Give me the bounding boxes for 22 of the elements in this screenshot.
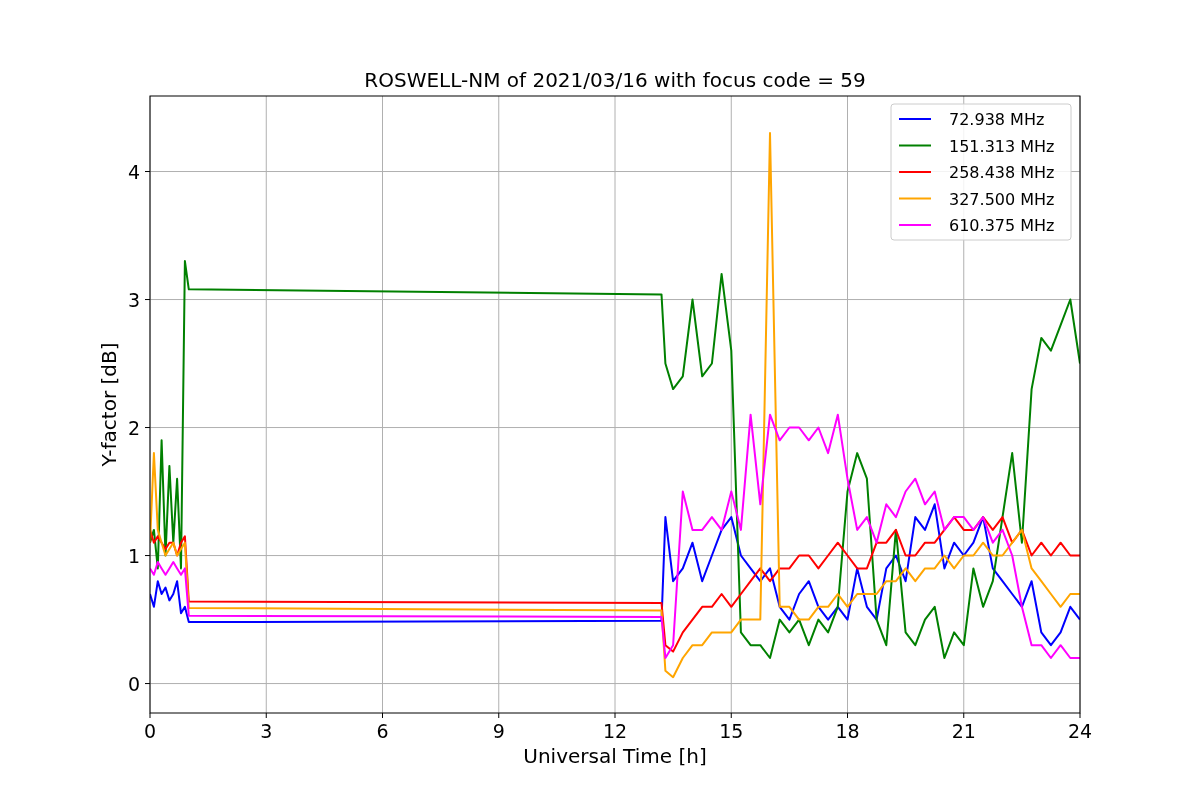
legend-label: 151.313 MHz [949, 136, 1055, 156]
x-tick-label: 9 [492, 720, 505, 742]
x-tick-label: 6 [376, 720, 389, 742]
legend-label: 258.438 MHz [949, 163, 1055, 182]
chart-title: ROSWELL-NM of 2021/03/16 with focus code = 59 [364, 68, 866, 92]
x-tick-label: 18 [835, 720, 860, 742]
x-tick-label: 15 [719, 720, 744, 742]
legend-label: 72.938 MHz [949, 110, 1045, 129]
x-axis-label: Universal Time [h] [523, 744, 707, 768]
y-tick-label: 1 [127, 544, 140, 567]
y-tick-label: 2 [127, 416, 140, 439]
x-tick-label: 3 [260, 720, 273, 742]
y-tick-label: 0 [127, 672, 140, 695]
y-tick-label: 4 [127, 160, 140, 183]
y-tick-label: 3 [127, 288, 140, 311]
x-tick-label: 0 [143, 720, 157, 742]
x-tick-label: 12 [602, 720, 628, 742]
x-tick-label: 21 [951, 720, 976, 742]
legend-label: 327.500 MHz [949, 189, 1055, 209]
legend-label: 610.375 MHz [949, 216, 1055, 235]
y-axis-label: Y-factor [dB] [97, 342, 121, 467]
x-tick-label: 24 [1067, 720, 1093, 742]
